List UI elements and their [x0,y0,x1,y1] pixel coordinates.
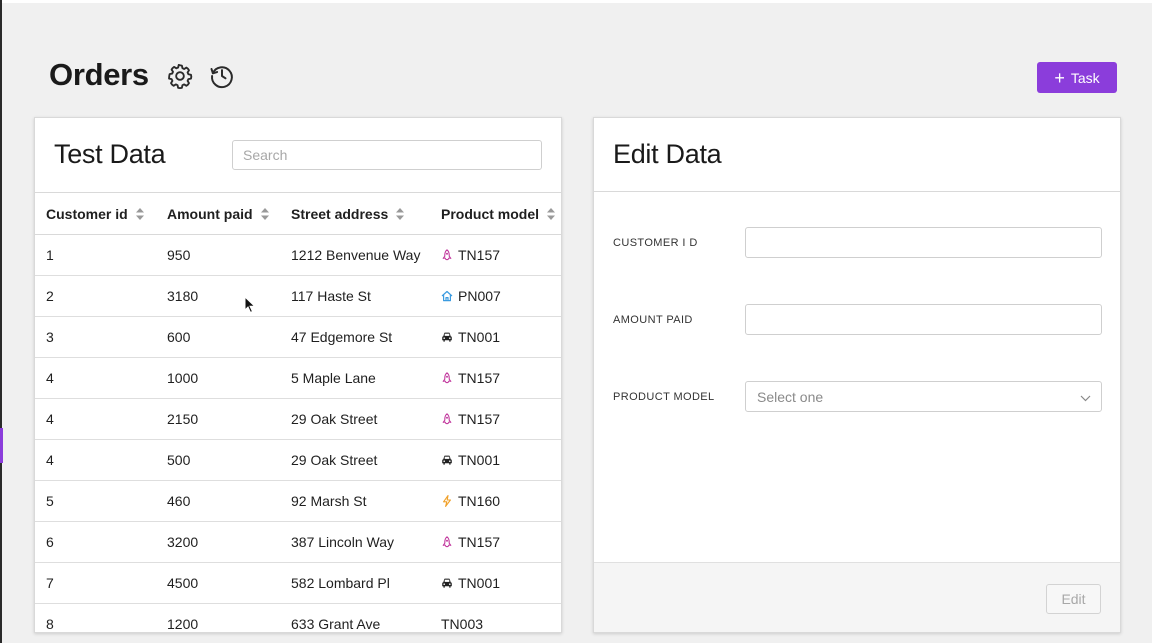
product-model-cell: TN157 [441,234,561,276]
street-address-cell: 29 Oak Street [291,398,441,440]
test-data-title: Test Data [54,139,166,169]
street-address-cell: 1212 Benvenue Way [291,234,441,276]
rocket-icon [441,372,453,384]
table-row[interactable]: 8 1200 633 Grant Ave TN003 [35,603,561,632]
amount-paid-cell: 1200 [167,603,291,632]
street-address-cell: 5 Maple Lane [291,357,441,399]
street-address-cell: 29 Oak Street [291,439,441,481]
sort-icon[interactable] [135,207,144,220]
customer-id-cell: 6 [35,521,167,563]
mouse-cursor-icon [244,296,256,314]
amount-paid-cell: 500 [167,439,291,481]
car-icon [441,454,453,466]
product-model-label: PRODUCT MODEL [613,391,715,403]
column-header-street-address[interactable]: Street address [291,192,441,235]
customer-id-cell: 3 [35,316,167,358]
edit-data-panel: Edit Data CUSTOMER I D AMOUNT PAID PRODU… [593,117,1121,633]
customer-id-cell: 4 [35,439,167,481]
orders-table: Customer id Amount paid Street address P… [35,192,561,632]
rocket-icon [441,249,453,261]
history-icon[interactable] [208,62,236,90]
table-row[interactable]: 4 2150 29 Oak Street TN157 [35,398,561,440]
product-model-select[interactable]: Select one [745,381,1102,412]
rocket-icon [441,413,453,425]
product-model-cell: TN001 [441,562,561,604]
product-model-cell: PN007 [441,275,561,317]
plus-icon: + [1054,67,1065,88]
amount-paid-label: AMOUNT PAID [613,314,693,326]
customer-id-label: CUSTOMER I D [613,237,698,249]
product-model-cell: TN001 [441,439,561,481]
table-row[interactable]: 4 500 29 Oak Street TN001 [35,439,561,481]
street-address-cell: 117 Haste St [291,275,441,317]
customer-id-cell: 8 [35,603,167,632]
amount-paid-cell: 1000 [167,357,291,399]
amount-paid-field[interactable] [745,304,1102,335]
customer-id-cell: 4 [35,398,167,440]
edit-button[interactable]: Edit [1046,584,1101,614]
product-model-cell: TN157 [441,398,561,440]
product-model-cell: TN001 [441,316,561,358]
product-model-placeholder: Select one [757,388,824,405]
car-icon [441,577,453,589]
customer-id-cell: 5 [35,480,167,522]
edit-panel-footer: Edit [594,562,1120,632]
amount-paid-cell: 3180 [167,275,291,317]
sort-icon[interactable] [260,207,269,220]
customer-id-cell: 7 [35,562,167,604]
panel-divider [594,191,1120,192]
table-row[interactable]: 4 1000 5 Maple Lane TN157 [35,357,561,399]
window-top-edge [0,0,1152,3]
table-body: 1 950 1212 Benvenue Way TN157 2 3180 117 Haste… [35,234,561,632]
sort-icon[interactable] [396,207,405,220]
product-model-cell: TN157 [441,521,561,563]
customer-id-cell: 4 [35,357,167,399]
table-row[interactable]: 6 3200 387 Lincoln Way TN157 [35,521,561,563]
table-row[interactable]: 1 950 1212 Benvenue Way TN157 [35,234,561,276]
window-left-edge [0,0,2,643]
amount-paid-cell: 950 [167,234,291,276]
street-address-cell: 582 Lombard Pl [291,562,441,604]
table-row[interactable]: 3 600 47 Edgemore St TN001 [35,316,561,358]
car-icon [441,331,453,343]
add-task-button[interactable]: + Task [1037,62,1117,93]
product-model-cell: TN160 [441,480,561,522]
edit-data-title: Edit Data [613,139,722,169]
amount-paid-cell: 2150 [167,398,291,440]
street-address-cell: 47 Edgemore St [291,316,441,358]
search-input[interactable] [232,140,542,170]
gear-icon[interactable] [166,62,194,90]
product-model-cell: TN157 [441,357,561,399]
table-row[interactable]: 5 460 92 Marsh St TN160 [35,480,561,522]
test-data-panel: Test Data Customer id Amount paid Street… [34,117,562,633]
table-row[interactable]: 2 3180 117 Haste St PN007 [35,275,561,317]
customer-id-cell: 2 [35,275,167,317]
chevron-down-icon [1080,389,1091,405]
amount-paid-cell: 600 [167,316,291,358]
street-address-cell: 92 Marsh St [291,480,441,522]
table-header-row: Customer id Amount paid Street address P… [35,192,561,235]
sidebar-active-indicator [0,428,3,463]
amount-paid-cell: 4500 [167,562,291,604]
amount-paid-cell: 3200 [167,521,291,563]
customer-id-cell: 1 [35,234,167,276]
column-header-customer-id[interactable]: Customer id [35,192,167,235]
task-button-label: Task [1070,69,1100,86]
sort-icon[interactable] [547,207,556,220]
table-row[interactable]: 7 4500 582 Lombard Pl TN001 [35,562,561,604]
column-header-product-model[interactable]: Product model [441,192,561,235]
lightning-icon [441,495,453,507]
street-address-cell: 633 Grant Ave [291,603,441,632]
column-header-amount-paid[interactable]: Amount paid [167,192,291,235]
product-model-cell: TN003 [441,603,561,632]
rocket-icon [441,536,453,548]
street-address-cell: 387 Lincoln Way [291,521,441,563]
home-icon [441,290,453,302]
customer-id-field[interactable] [745,227,1102,258]
page-title: Orders [49,57,149,92]
amount-paid-cell: 460 [167,480,291,522]
